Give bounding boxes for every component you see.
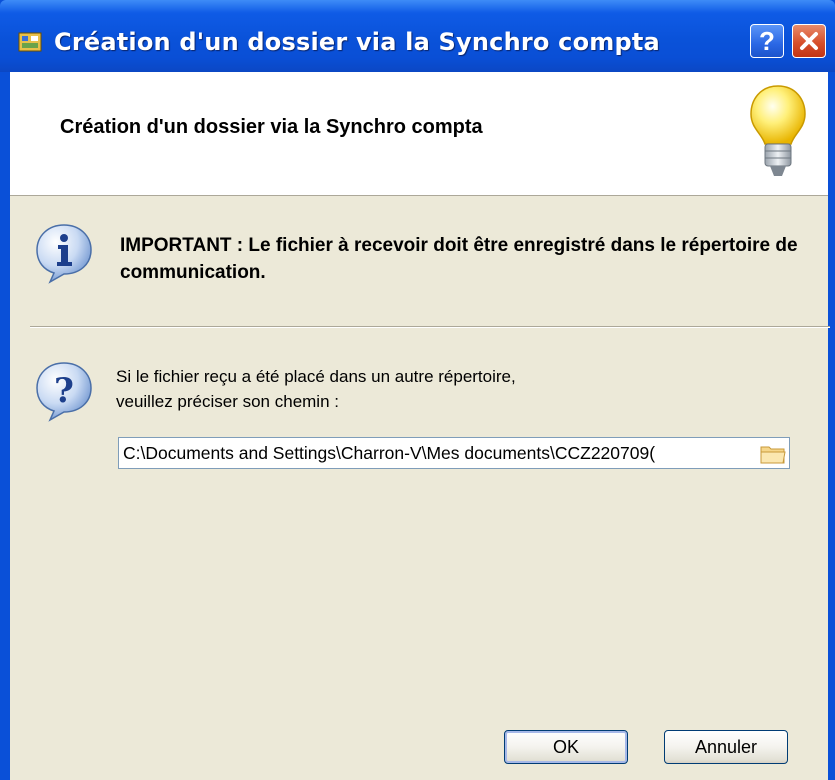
app-icon <box>18 32 42 52</box>
lightbulb-icon <box>750 85 806 176</box>
header-title: Création d'un dossier via la Synchro com… <box>60 116 483 138</box>
section-divider <box>30 326 830 328</box>
path-prompt-line1: Si le fichier reçu a été placé dans un a… <box>116 367 516 386</box>
dialog-header: Création d'un dossier via la Synchro com… <box>10 72 828 196</box>
dialog-window: Création d'un dossier via la Synchro com… <box>0 0 835 780</box>
browse-button[interactable] <box>757 438 789 468</box>
path-prompt-line2: veuillez préciser son chemin : <box>116 392 339 411</box>
window-right-border <box>828 72 835 780</box>
title-bar[interactable]: Création d'un dossier via la Synchro com… <box>0 0 835 72</box>
path-input[interactable] <box>123 438 759 468</box>
important-notice: IMPORTANT : Le fichier à recevoir doit ê… <box>120 235 798 283</box>
svg-text:?: ? <box>54 371 74 411</box>
path-prompt: Si le fichier reçu a été placé dans un a… <box>116 364 716 414</box>
info-icon <box>36 224 92 284</box>
dialog-body: Création d'un dossier via la Synchro com… <box>10 72 830 780</box>
close-button[interactable] <box>792 24 826 58</box>
path-field <box>118 437 790 469</box>
help-button[interactable]: ? <box>750 24 784 58</box>
folder-icon <box>760 446 786 464</box>
window-left-border <box>0 72 10 780</box>
window-title: Création d'un dossier via la Synchro com… <box>54 28 660 56</box>
question-icon: ? <box>36 362 92 422</box>
cancel-button[interactable]: Annuler <box>664 730 788 764</box>
close-icon <box>800 32 818 50</box>
ok-button[interactable]: OK <box>504 730 628 764</box>
